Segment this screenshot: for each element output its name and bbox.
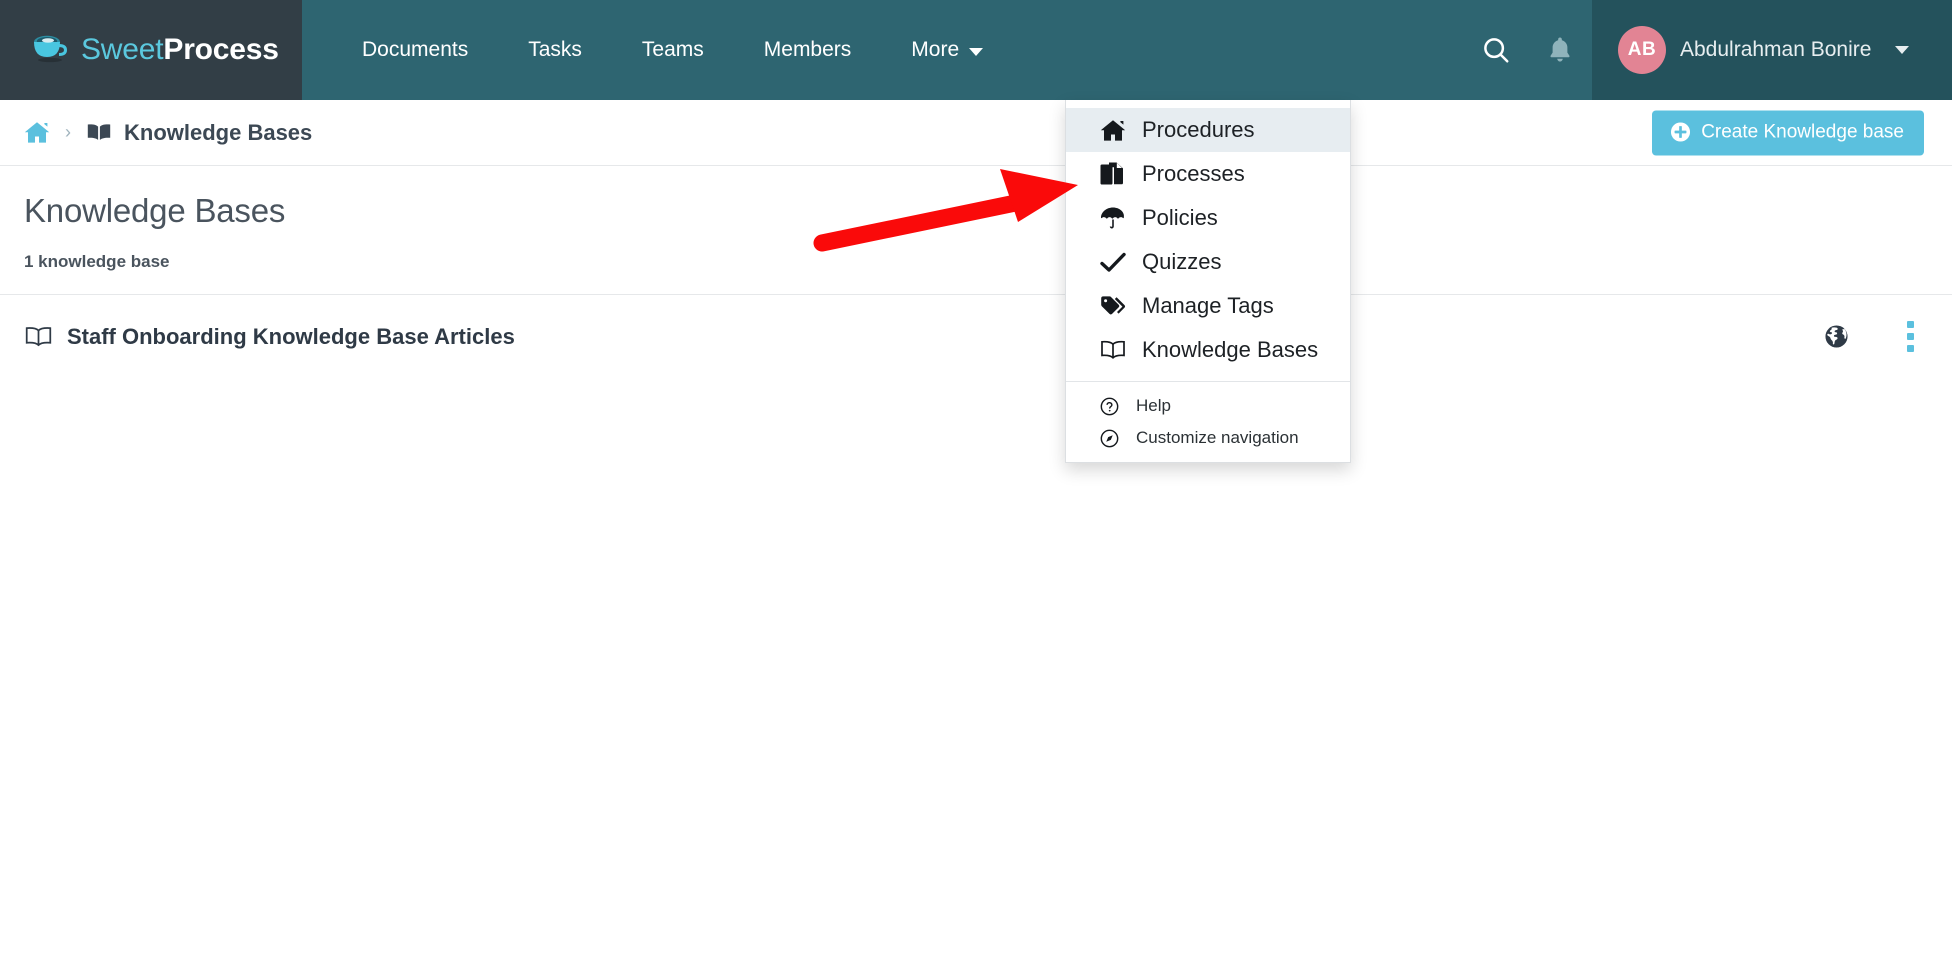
dropdown-item-label: Help (1136, 396, 1171, 415)
dropdown-item-knowledge-bases[interactable]: Knowledge Bases (1066, 328, 1350, 372)
nav-item-label: Members (763, 38, 852, 61)
bell-icon (1550, 37, 1570, 62)
globe-icon (1825, 325, 1848, 348)
dropdown-item-processes[interactable]: Processes (1066, 152, 1350, 196)
brand-name: SweetProcess (81, 35, 279, 65)
create-knowledge-base-button[interactable]: Create Knowledge base (1652, 110, 1924, 155)
nav-item-label: Documents (362, 38, 469, 61)
create-knowledge-base-label: Create Knowledge base (1701, 121, 1904, 142)
book-icon (87, 124, 111, 140)
nav-item-tasks[interactable]: Tasks (498, 0, 612, 100)
nav-item-label: Tasks (528, 38, 582, 61)
umbrella-icon (1100, 206, 1130, 231)
breadcrumb-home-link[interactable] (24, 121, 50, 144)
coffee-cup-icon (34, 35, 67, 63)
dropdown-item-help[interactable]: Help (1066, 390, 1350, 422)
list-item-title: Staff Onboarding Knowledge Base Articles (67, 323, 515, 349)
notifications-button[interactable] (1528, 0, 1592, 100)
brand-logo-link[interactable]: SweetProcess (0, 0, 302, 100)
main-nav: Documents Tasks Teams Members More (302, 0, 1464, 100)
knowledge-base-list: Staff Onboarding Knowledge Base Articles (0, 295, 1952, 378)
knowledge-base-count: 1 knowledge base (24, 252, 170, 271)
user-name: Abdulrahman Bonire (1680, 38, 1872, 61)
breadcrumb-separator: › (65, 122, 71, 142)
breadcrumb: › Knowledge Bases (24, 120, 312, 146)
page-title: Knowledge Bases (24, 192, 286, 229)
dropdown-item-label: Processes (1142, 161, 1245, 186)
app-root: SweetProcess Documents Tasks Teams Membe… (0, 0, 1952, 973)
top-navigation-bar: SweetProcess Documents Tasks Teams Membe… (0, 0, 1952, 463)
dropdown-item-label: Knowledge Bases (1142, 337, 1319, 362)
dropdown-item-label: Procedures (1142, 117, 1255, 142)
breadcrumb-current-label: Knowledge Bases (124, 119, 313, 145)
dropdown-item-customize-navigation[interactable]: Customize navigation (1066, 422, 1350, 454)
home-icon (1100, 119, 1130, 142)
dropdown-item-label: Manage Tags (1142, 293, 1274, 318)
brand-name-light: Sweet (81, 33, 164, 66)
plus-circle-icon (1671, 122, 1691, 142)
kebab-menu-icon (1907, 321, 1914, 328)
nav-item-members[interactable]: Members (734, 0, 882, 100)
user-menu[interactable]: AB Abdulrahman Bonire (1592, 0, 1952, 100)
brand-name-bold: Process (163, 33, 279, 66)
dropdown-item-label: Customize navigation (1136, 428, 1299, 447)
nav-item-label: Teams (641, 38, 704, 61)
list-item-actions (1824, 317, 1924, 356)
nav-item-more[interactable]: More (881, 0, 1013, 100)
question-circle-icon (1100, 397, 1126, 416)
nav-item-label: More (911, 38, 960, 61)
dropdown-item-policies[interactable]: Policies (1066, 196, 1350, 240)
dropdown-item-procedures[interactable]: Procedures (1066, 108, 1350, 152)
visibility-public-button[interactable] (1824, 324, 1849, 349)
tags-icon (1100, 295, 1130, 317)
open-book-icon (1100, 339, 1130, 361)
kebab-menu-icon (1907, 345, 1914, 352)
check-icon (1100, 251, 1130, 273)
dropdown-item-quizzes[interactable]: Quizzes (1066, 240, 1350, 284)
search-icon (1484, 38, 1509, 63)
header-actions: AB Abdulrahman Bonire (1464, 0, 1952, 100)
dropdown-divider (1066, 381, 1350, 382)
nav-item-documents[interactable]: Documents (332, 0, 498, 100)
copy-files-icon (1100, 162, 1130, 187)
list-item-main: Staff Onboarding Knowledge Base Articles (24, 324, 1824, 350)
dropdown-item-manage-tags[interactable]: Manage Tags (1066, 284, 1350, 328)
list-item[interactable]: Staff Onboarding Knowledge Base Articles (0, 295, 1952, 378)
search-button[interactable] (1464, 0, 1528, 100)
chevron-down-icon (969, 48, 984, 56)
avatar: AB (1618, 26, 1666, 74)
avatar-initials: AB (1627, 39, 1657, 60)
breadcrumb-bar: › Knowledge Bases Create Knowledge base (0, 100, 1952, 166)
dropdown-item-label: Policies (1142, 205, 1218, 230)
chevron-down-icon (1895, 46, 1910, 54)
nav-item-teams[interactable]: Teams (612, 0, 734, 100)
page-header-section: Knowledge Bases 1 knowledge base (0, 166, 1952, 295)
more-dropdown-menu: Procedures Processes Policies Quizzes Ma… (1065, 100, 1351, 463)
open-book-icon (25, 326, 52, 346)
dropdown-item-label: Quizzes (1142, 249, 1222, 274)
home-icon (24, 122, 50, 143)
compass-circle-icon (1100, 429, 1126, 448)
kebab-menu-icon (1907, 333, 1914, 340)
list-item-menu-button[interactable] (1897, 317, 1924, 356)
breadcrumb-current: Knowledge Bases (86, 120, 312, 146)
